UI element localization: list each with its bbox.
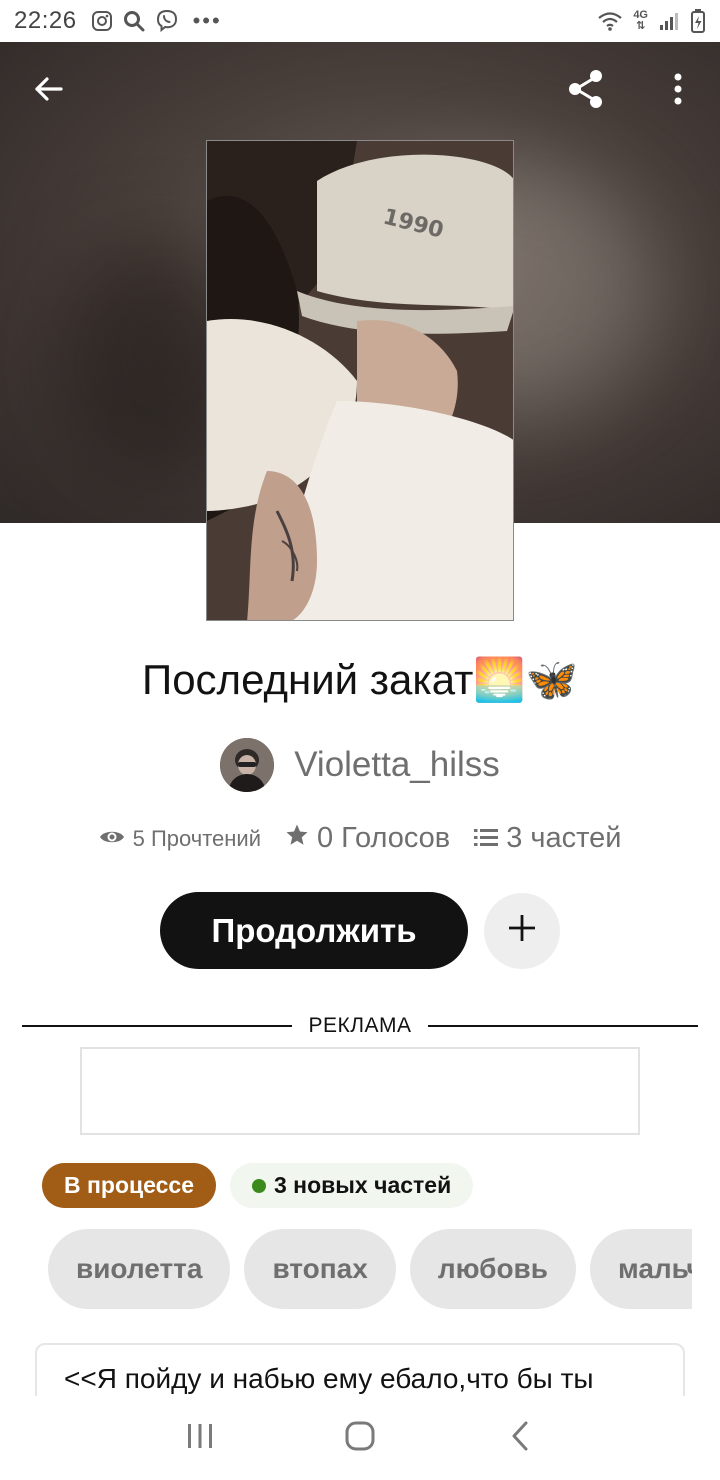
tag-chip[interactable]: любовь (409, 1229, 576, 1309)
more-vertical-icon (673, 73, 683, 110)
story-stats: 5 Прочтений 0 Голосов 3 частей (0, 822, 720, 855)
more-dots-icon: ••• (192, 8, 222, 33)
ad-banner[interactable] (80, 1047, 640, 1135)
viber-icon (155, 9, 179, 33)
new-parts-badge: 3 новых частей (230, 1163, 474, 1208)
eye-icon (99, 826, 125, 852)
story-actions: Продолжить (0, 892, 720, 969)
more-options-button[interactable] (650, 63, 706, 119)
tags-scroller[interactable]: виолетта втопах любовь мальчики (48, 1229, 692, 1309)
home-button[interactable] (330, 1408, 390, 1468)
share-button[interactable] (558, 63, 614, 119)
story-badges: В процессе 3 новых частей (42, 1163, 474, 1208)
tag-chip[interactable]: втопах (244, 1229, 396, 1309)
author-avatar (220, 738, 275, 792)
status-bar: 22:26 ••• 4G ⇅ (0, 0, 720, 42)
recent-apps-button[interactable] (170, 1408, 230, 1468)
home-icon (345, 1421, 375, 1456)
screen: 22:26 ••• 4G ⇅ 1990 Последний закат🌅🦋 Vi… (0, 0, 720, 1480)
green-dot-icon (252, 1178, 266, 1193)
signal-icon (658, 10, 680, 32)
back-arrow-icon (33, 73, 65, 110)
network-type-label: 4G (633, 9, 648, 21)
status-icons-right: 4G ⇅ (597, 8, 706, 34)
wifi-icon (597, 10, 623, 32)
reads-count: 5 Прочтений (132, 825, 261, 851)
new-parts-label: 3 новых частей (274, 1172, 452, 1198)
votes-stat: 0 Голосов (285, 822, 450, 855)
ad-divider-right (427, 1025, 699, 1027)
ad-label: РЕКЛАМА (308, 1014, 412, 1037)
continue-reading-button[interactable]: Продолжить (160, 892, 468, 969)
status-badge: В процессе (42, 1163, 216, 1208)
status-icons-left: ••• (91, 8, 222, 34)
ad-divider-left (22, 1025, 293, 1027)
author-link[interactable]: Violetta_hilss (0, 738, 720, 792)
system-back-button[interactable] (490, 1408, 550, 1468)
author-name: Violetta_hilss (294, 745, 500, 784)
instagram-icon (91, 10, 113, 32)
tags-list: виолетта втопах любовь мальчики (48, 1229, 692, 1309)
recent-apps-icon (185, 1423, 215, 1454)
cover-illustration: 1990 (207, 141, 513, 620)
battery-icon (690, 8, 706, 34)
tag-chip[interactable]: мальчики (589, 1229, 692, 1309)
description-text: <<Я пойду и набью ему ебало,что бы ты (64, 1363, 594, 1394)
parts-stat: 3 частей (474, 822, 621, 855)
story-cover-image[interactable]: 1990 (206, 140, 514, 621)
plus-icon (507, 913, 537, 948)
network-4g-icon: 4G ⇅ (633, 9, 648, 32)
list-icon (474, 822, 499, 855)
avatar-illustration (220, 738, 275, 792)
parts-count: 3 частей (506, 822, 622, 854)
status-time: 22:26 (14, 7, 77, 34)
share-icon (564, 67, 608, 116)
story-title: Последний закат🌅🦋 (142, 656, 578, 703)
system-nav-bar (0, 1396, 720, 1480)
add-to-library-button[interactable] (484, 892, 560, 969)
back-button[interactable] (21, 63, 77, 119)
reads-stat: 5 Прочтений (99, 826, 261, 852)
ad-label-row: РЕКЛАМА (22, 1014, 699, 1038)
tag-chip[interactable]: виолетта (48, 1229, 231, 1309)
star-icon (285, 822, 309, 855)
votes-count: 0 Голосов (317, 822, 451, 854)
back-icon (510, 1421, 530, 1456)
search-icon (123, 10, 145, 32)
